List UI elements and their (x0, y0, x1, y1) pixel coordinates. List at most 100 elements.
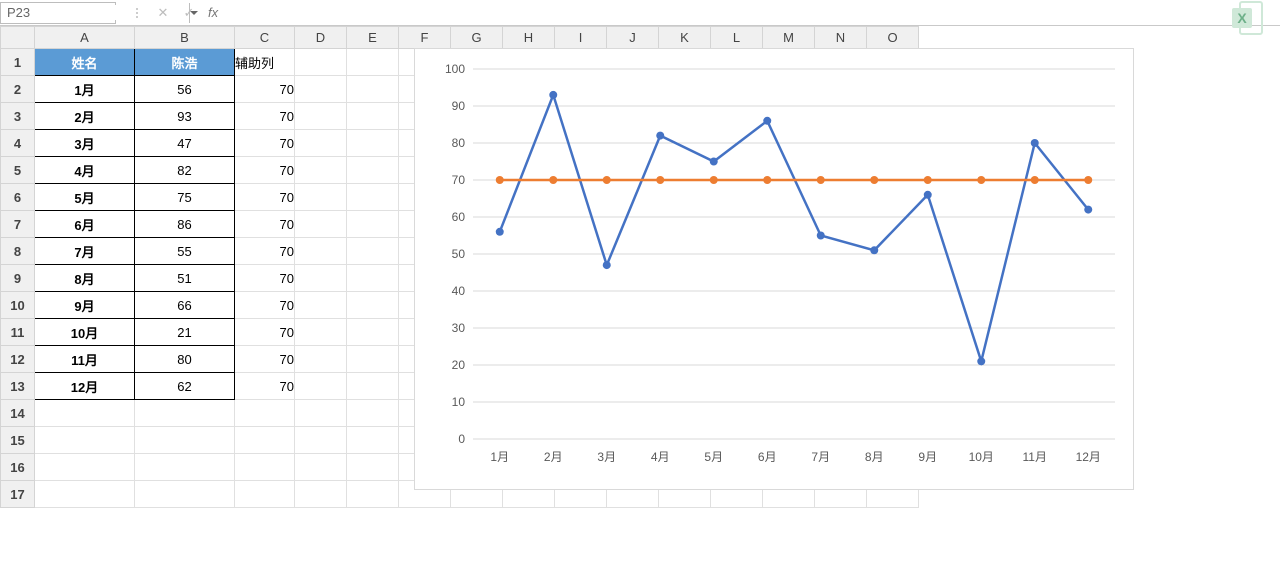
cell-D5[interactable] (295, 157, 347, 184)
cell-D6[interactable] (295, 184, 347, 211)
cell-E15[interactable] (347, 427, 399, 454)
col-header-C[interactable]: C (235, 27, 295, 49)
cell-B8[interactable]: 55 (135, 238, 235, 265)
col-header-L[interactable]: L (711, 27, 763, 49)
cell-D4[interactable] (295, 130, 347, 157)
cell-A5[interactable]: 4月 (35, 157, 135, 184)
col-header-N[interactable]: N (815, 27, 867, 49)
cell-C12[interactable]: 70 (235, 346, 295, 373)
row-header-4[interactable]: 4 (1, 130, 35, 157)
cell-A3[interactable]: 2月 (35, 103, 135, 130)
cell-E17[interactable] (347, 481, 399, 508)
cell-D10[interactable] (295, 292, 347, 319)
cell-A1[interactable]: 姓名 (35, 49, 135, 76)
cell-E9[interactable] (347, 265, 399, 292)
col-header-A[interactable]: A (35, 27, 135, 49)
cell-A2[interactable]: 1月 (35, 76, 135, 103)
cell-C6[interactable]: 70 (235, 184, 295, 211)
cell-C7[interactable]: 70 (235, 211, 295, 238)
col-header-E[interactable]: E (347, 27, 399, 49)
col-header-K[interactable]: K (659, 27, 711, 49)
cell-D1[interactable] (295, 49, 347, 76)
col-header-B[interactable]: B (135, 27, 235, 49)
col-header-I[interactable]: I (555, 27, 607, 49)
cell-E4[interactable] (347, 130, 399, 157)
col-header-H[interactable]: H (503, 27, 555, 49)
col-header-F[interactable]: F (399, 27, 451, 49)
cell-A6[interactable]: 5月 (35, 184, 135, 211)
row-header-7[interactable]: 7 (1, 211, 35, 238)
col-header-D[interactable]: D (295, 27, 347, 49)
cell-D13[interactable] (295, 373, 347, 400)
cell-B9[interactable]: 51 (135, 265, 235, 292)
cell-A17[interactable] (35, 481, 135, 508)
cell-E1[interactable] (347, 49, 399, 76)
cell-A13[interactable]: 12月 (35, 373, 135, 400)
cell-A16[interactable] (35, 454, 135, 481)
cell-C8[interactable]: 70 (235, 238, 295, 265)
cell-D16[interactable] (295, 454, 347, 481)
cell-A14[interactable] (35, 400, 135, 427)
cell-E3[interactable] (347, 103, 399, 130)
row-header-16[interactable]: 16 (1, 454, 35, 481)
confirm-icon[interactable]: ✓ (176, 5, 202, 21)
cell-B6[interactable]: 75 (135, 184, 235, 211)
cell-B13[interactable]: 62 (135, 373, 235, 400)
row-header-1[interactable]: 1 (1, 49, 35, 76)
cell-A7[interactable]: 6月 (35, 211, 135, 238)
row-header-9[interactable]: 9 (1, 265, 35, 292)
cell-C2[interactable]: 70 (235, 76, 295, 103)
col-header-O[interactable]: O (867, 27, 919, 49)
cell-B15[interactable] (135, 427, 235, 454)
cell-D2[interactable] (295, 76, 347, 103)
cell-C9[interactable]: 70 (235, 265, 295, 292)
cell-C5[interactable]: 70 (235, 157, 295, 184)
cell-B14[interactable] (135, 400, 235, 427)
cell-E14[interactable] (347, 400, 399, 427)
cell-D14[interactable] (295, 400, 347, 427)
cell-E2[interactable] (347, 76, 399, 103)
cell-E8[interactable] (347, 238, 399, 265)
col-header-G[interactable]: G (451, 27, 503, 49)
formula-input[interactable] (226, 2, 1280, 24)
select-all-corner[interactable] (1, 27, 35, 49)
row-header-10[interactable]: 10 (1, 292, 35, 319)
row-header-2[interactable]: 2 (1, 76, 35, 103)
cell-B4[interactable]: 47 (135, 130, 235, 157)
cell-C15[interactable] (235, 427, 295, 454)
chart-object[interactable]: 01020304050607080901001月2月3月4月5月6月7月8月9月… (414, 48, 1134, 490)
expand-icon[interactable] (124, 6, 150, 20)
cell-C16[interactable] (235, 454, 295, 481)
cell-C4[interactable]: 70 (235, 130, 295, 157)
row-header-6[interactable]: 6 (1, 184, 35, 211)
cell-D17[interactable] (295, 481, 347, 508)
cell-A12[interactable]: 11月 (35, 346, 135, 373)
fx-label[interactable]: fx (208, 5, 218, 20)
cell-D3[interactable] (295, 103, 347, 130)
cell-E12[interactable] (347, 346, 399, 373)
cell-A9[interactable]: 8月 (35, 265, 135, 292)
row-header-8[interactable]: 8 (1, 238, 35, 265)
cell-B17[interactable] (135, 481, 235, 508)
cell-A10[interactable]: 9月 (35, 292, 135, 319)
cell-C14[interactable] (235, 400, 295, 427)
cell-C3[interactable]: 70 (235, 103, 295, 130)
cell-E11[interactable] (347, 319, 399, 346)
cancel-icon[interactable]: ✕ (150, 5, 176, 21)
cell-A4[interactable]: 3月 (35, 130, 135, 157)
cell-A15[interactable] (35, 427, 135, 454)
cell-E5[interactable] (347, 157, 399, 184)
cell-B10[interactable]: 66 (135, 292, 235, 319)
cell-D12[interactable] (295, 346, 347, 373)
cell-E7[interactable] (347, 211, 399, 238)
cell-E13[interactable] (347, 373, 399, 400)
cell-C17[interactable] (235, 481, 295, 508)
cell-D11[interactable] (295, 319, 347, 346)
cell-B12[interactable]: 80 (135, 346, 235, 373)
row-header-13[interactable]: 13 (1, 373, 35, 400)
namebox-wrap[interactable] (0, 2, 116, 24)
col-header-J[interactable]: J (607, 27, 659, 49)
row-header-14[interactable]: 14 (1, 400, 35, 427)
row-header-5[interactable]: 5 (1, 157, 35, 184)
cell-D9[interactable] (295, 265, 347, 292)
